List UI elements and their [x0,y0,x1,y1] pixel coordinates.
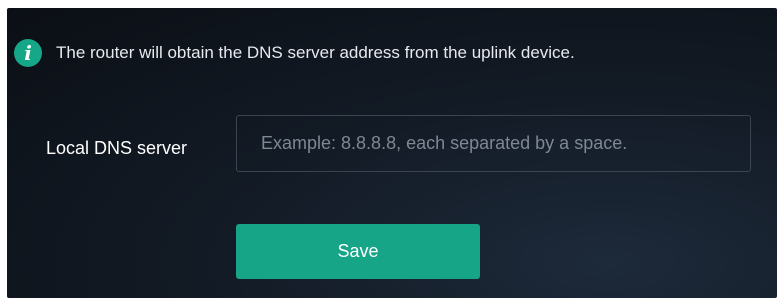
info-notice: i The router will obtain the DNS server … [14,39,575,67]
info-icon: i [14,39,42,67]
local-dns-server-label: Local DNS server [46,138,188,158]
save-button[interactable]: Save [236,224,480,279]
local-dns-server-input[interactable] [236,115,751,172]
info-text: The router will obtain the DNS server ad… [56,43,575,62]
dns-settings-panel: i The router will obtain the DNS server … [7,8,777,298]
